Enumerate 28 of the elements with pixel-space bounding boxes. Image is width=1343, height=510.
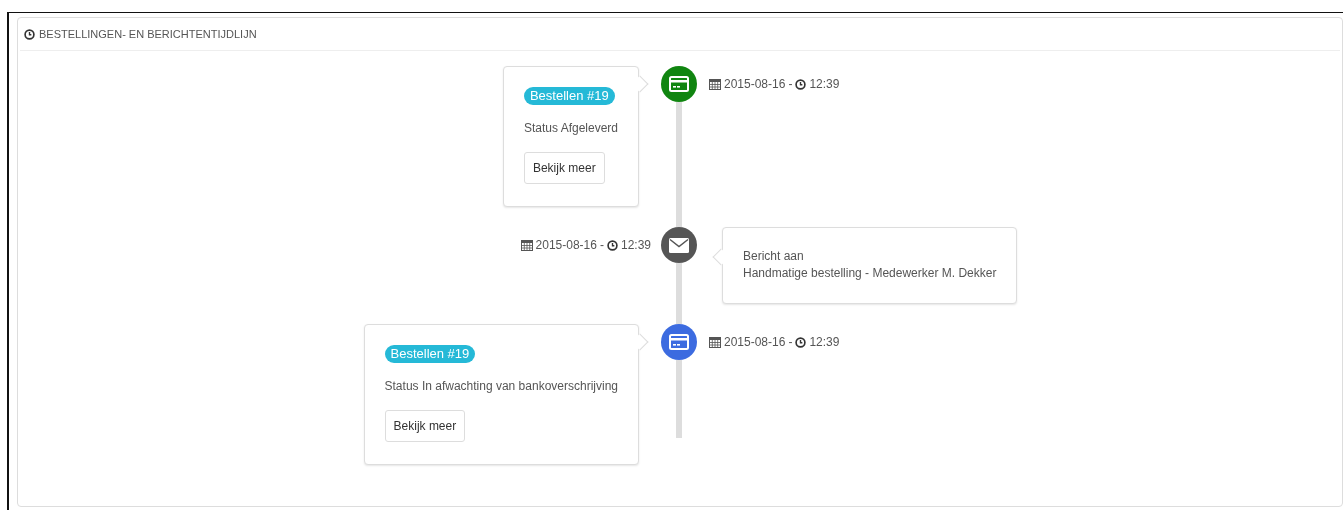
credit-card-icon <box>669 76 689 92</box>
message-line: Bericht aan <box>743 248 805 265</box>
order-badge: Bestellen #19 <box>384 345 476 363</box>
timeline-date: 2015-08-16 <box>535 237 597 254</box>
panel-title: BESTELLINGEN- EN BERICHTENTIJDLIJN <box>39 26 257 42</box>
date-separator: - <box>788 76 793 93</box>
view-more-button[interactable]: Bekijk meer <box>384 410 466 442</box>
clock-icon <box>606 239 618 251</box>
order-status: Status Afgeleverd <box>523 120 618 137</box>
timeline-time: 12:39 <box>620 237 651 254</box>
calendar-icon <box>709 78 721 90</box>
view-more-button[interactable]: Bekijk meer <box>523 152 605 184</box>
message-line: Handmatige bestelling - Medewerker M. Dekker <box>743 265 997 282</box>
timeline-date: 2015-08-16 <box>724 76 786 93</box>
clock-icon <box>795 336 807 348</box>
date-separator: - <box>599 237 604 254</box>
date-separator: - <box>788 334 793 351</box>
credit-card-icon <box>669 334 689 350</box>
timeline-time: 12:39 <box>809 334 840 351</box>
envelope-icon <box>669 237 689 253</box>
timeline-date: 2015-08-16 <box>724 334 786 351</box>
order-badge: Bestellen #19 <box>523 87 615 105</box>
calendar-icon <box>520 239 533 251</box>
clock-icon <box>795 78 807 90</box>
clock-icon <box>24 28 35 40</box>
calendar-icon <box>709 336 721 348</box>
order-status: Status In afwachting van bankoverschrijving <box>384 378 618 395</box>
timeline-time: 12:39 <box>809 76 840 93</box>
